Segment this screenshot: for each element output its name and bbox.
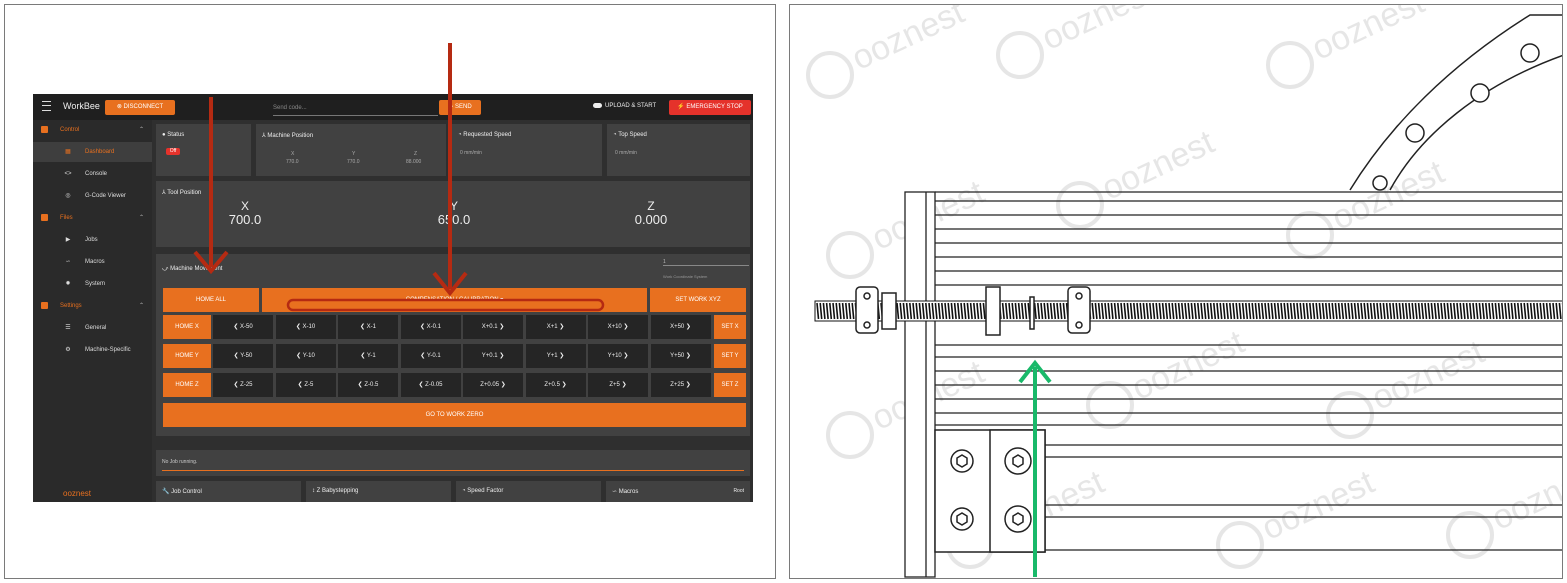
ooznest-watermark-text: ooznest [1306, 5, 1430, 68]
ooznest-watermark-logo [1216, 521, 1264, 569]
ooznest-watermark-text: ooznest [1326, 153, 1450, 238]
compensation-highlight-outline [286, 298, 605, 312]
annotation-overlay [193, 43, 605, 312]
ooznest-watermark-logo [1286, 211, 1334, 259]
gantry-line-drawing: ooznest ooznest ooznest ooznest ooznest oozne… [806, 5, 1563, 578]
ooznest-watermark-text: ooznest [1126, 323, 1250, 408]
ooznest-watermark-text: ooznest [1486, 453, 1563, 538]
gantry-drawing-panel: ooznest ooznest ooznest ooznest ooznest oozne… [789, 4, 1563, 579]
ooznest-watermark-logo [806, 51, 854, 99]
ooznest-watermark-text: ooznest [846, 5, 970, 78]
ooznest-watermark-logo [826, 411, 874, 459]
ooznest-watermark-logo [1086, 381, 1134, 429]
carriage-plate [934, 429, 1046, 553]
ooznest-watermark-text: ooznest [1096, 123, 1220, 208]
lead-screw [814, 300, 1562, 322]
workbee-screenshot-panel: WorkBee ⊗ DISCONNECT Send code... ➤ SEND… [4, 4, 776, 579]
ooznest-watermark-logo [1056, 181, 1104, 229]
ooznest-watermark-text: ooznest [1036, 5, 1160, 58]
ooznest-watermark-logo [996, 31, 1044, 79]
cable-chain [1349, 14, 1562, 191]
ooznest-watermark-logo [826, 231, 874, 279]
ooznest-watermark-logo [1266, 41, 1314, 89]
